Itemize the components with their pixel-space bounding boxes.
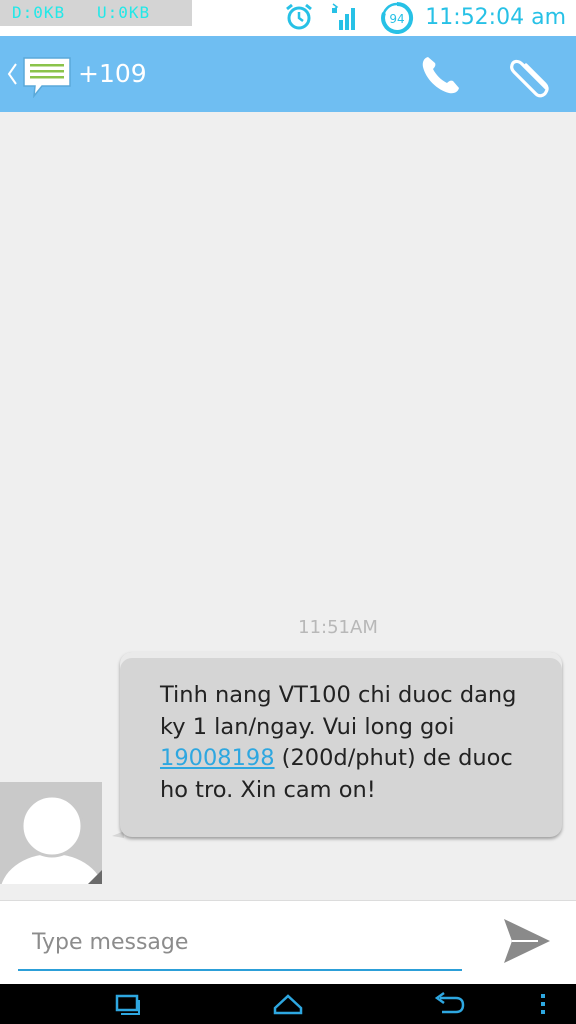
avatar-placeholder-icon	[0, 782, 102, 884]
phone-number-link[interactable]: 19008198	[160, 745, 275, 771]
messaging-app-icon[interactable]	[22, 56, 72, 98]
network-speed: D:0KB U:0KB	[0, 0, 192, 26]
home-icon[interactable]	[272, 990, 304, 1018]
back-chevron-icon[interactable]	[5, 60, 19, 88]
contact-name[interactable]: +109	[78, 56, 147, 92]
message-bubble[interactable]: Tinh nang VT100 chi duoc dang ky 1 lan/n…	[120, 652, 562, 837]
phone-icon[interactable]	[418, 52, 464, 98]
back-icon[interactable]	[432, 990, 466, 1018]
download-speed: D:0KB	[12, 3, 66, 22]
navigation-bar	[0, 984, 576, 1024]
status-clock: 11:52:04 am	[425, 5, 566, 30]
status-bar: D:0KB U:0KB 94 11:52:04 am	[0, 0, 576, 36]
message-text: Tinh nang VT100 chi duoc dang ky 1 lan/n…	[160, 680, 540, 806]
battery-icon: 94	[381, 2, 414, 34]
recent-apps-icon[interactable]	[114, 990, 142, 1018]
paperclip-icon[interactable]	[506, 52, 556, 98]
alarm-icon	[286, 3, 312, 30]
compose-bar	[0, 900, 576, 984]
send-icon[interactable]	[498, 915, 554, 967]
message-text-start: Tinh nang VT100 chi duoc dang ky 1 lan/n…	[160, 682, 517, 740]
upload-speed: U:0KB	[97, 3, 151, 22]
menu-icon[interactable]	[538, 990, 548, 1018]
battery-level: 94	[389, 12, 404, 26]
message-timestamp: 11:51AM	[298, 617, 378, 638]
action-bar: +109	[0, 36, 576, 112]
contact-avatar[interactable]	[0, 782, 102, 884]
signal-icon	[332, 3, 355, 30]
message-input[interactable]	[18, 915, 462, 971]
